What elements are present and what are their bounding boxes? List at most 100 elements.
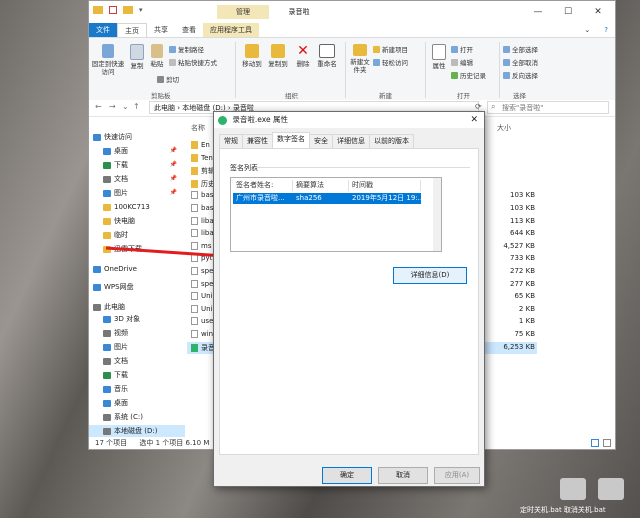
sidebar-item[interactable]: 图片 [89,341,185,353]
manage-tab-header[interactable]: 管理 [217,5,269,19]
close-button[interactable]: ✕ [583,1,613,23]
apply-button[interactable]: 应用(A) [434,467,480,484]
desktop-shortcut-cancel-shutdown[interactable] [598,478,624,500]
title-bar: ▾ 管理 录音啦 — ☐ ✕ [89,1,615,23]
copy-to-button[interactable]: 复制到 [265,44,291,68]
sidebar-item[interactable]: 迅雷下载 [89,243,185,255]
sidebar-item-label: 文档 [114,175,128,183]
history-button[interactable]: 历史记录 [451,70,486,80]
sidebar-item[interactable]: 快速访问 [89,131,185,143]
column-header-name[interactable]: 名称 [191,123,205,133]
sidebar-item[interactable]: 临时 [89,229,185,241]
new-folder-button[interactable]: 新建文件夹 [349,44,371,74]
tab-file[interactable]: 文件 [89,23,117,37]
forward-arrow-icon[interactable]: → [109,102,116,111]
details-view-icon[interactable] [591,439,599,447]
maximize-button[interactable]: ☐ [553,1,583,23]
tab-share[interactable]: 共享 [147,23,175,37]
sidebar-item[interactable]: 100KC713 [89,201,185,213]
new-folder-icon[interactable] [123,6,133,14]
sidebar-item[interactable]: OneDrive [89,263,185,275]
tab-security[interactable]: 安全 [309,134,333,148]
help-icon[interactable]: ? [597,23,615,37]
pin-icon[interactable]: 📌 [170,159,177,171]
easy-access-button[interactable]: 轻松访问 [373,57,408,67]
column-header-digest[interactable]: 摘要算法 [293,180,349,191]
sidebar-item-label: 快速访问 [104,133,132,141]
move-to-button[interactable]: 移动到 [239,44,265,68]
delete-button[interactable]: ✕ 删除 [293,44,313,68]
sidebar-item[interactable]: 桌面 📌 [89,145,185,157]
open-button[interactable]: 打开 [451,44,473,54]
large-icons-view-icon[interactable] [603,439,611,447]
sidebar-item[interactable]: 图片 📌 [89,187,185,199]
list-scrollbar[interactable] [433,178,441,251]
invert-selection-button[interactable]: 反向选择 [503,70,538,80]
dialog-close-button[interactable]: ✕ [470,112,478,128]
file-name-label: spe [201,279,214,288]
edit-button[interactable]: 编辑 [451,57,473,67]
pin-icon[interactable]: 📌 [170,187,177,199]
ok-button[interactable]: 确定 [322,467,372,484]
ribbon-expand-icon[interactable]: ⌄ [577,23,597,37]
rename-button[interactable]: 重命名 [315,44,339,68]
up-arrow-icon[interactable]: ↑ [133,102,140,111]
sidebar-item[interactable]: 下载 📌 [89,159,185,171]
desktop-shortcut-shutdown[interactable] [560,478,586,500]
search-input[interactable]: 搜索"录音啦" [487,101,609,114]
paste-shortcut-button[interactable]: 粘贴快捷方式 [169,57,217,67]
sidebar-item[interactable]: 3D 对象 [89,313,185,325]
tab-view[interactable]: 查看 [175,23,203,37]
scissors-icon [157,75,164,83]
file-name-label: spe [201,267,214,275]
tab-application-tools[interactable]: 应用程序工具 [203,23,259,37]
sidebar-item[interactable]: 视频 [89,327,185,339]
sidebar-item[interactable]: 音乐 [89,383,185,395]
sidebar-item[interactable]: 文档 [89,355,185,367]
sidebar-item[interactable]: 此电脑 [89,301,185,313]
paste-button[interactable]: 粘贴 [147,44,167,68]
column-header-size[interactable]: 大小 [497,123,511,133]
chevron-down-icon[interactable]: ⌄ [122,102,129,111]
sidebar-item[interactable]: 桌面 [89,397,185,409]
cut-button[interactable]: 剪切 [157,74,179,84]
tab-previous-versions[interactable]: 以前的版本 [369,134,414,148]
dropdown-icon[interactable]: ▾ [139,6,143,14]
tab-details[interactable]: 详细信息 [332,134,370,148]
sidebar-item-label: 桌面 [114,399,128,407]
tab-compatibility[interactable]: 兼容性 [242,134,273,148]
signature-list[interactable]: 签名者姓名: 摘要算法 时间戳 广州市录音啦... sha256 2019年5月… [230,177,442,252]
tab-general[interactable]: 常规 [219,134,243,148]
properties-button[interactable]: 属性 [429,44,449,70]
copy-path-button[interactable]: 复制路径 [169,44,204,54]
sidebar-item-label: 视频 [114,329,128,337]
column-header-timestamp[interactable]: 时间戳 [349,180,421,191]
details-button[interactable]: 详细信息(D) [393,267,467,284]
refresh-icon[interactable]: ⟳ [475,102,482,111]
minimize-button[interactable]: — [523,1,553,23]
sidebar-item[interactable]: 快电脑 [89,215,185,227]
column-header-signer[interactable]: 签名者姓名: [233,180,293,191]
sidebar-item[interactable]: 下载 [89,369,185,381]
pin-icon[interactable]: 📌 [170,145,177,157]
copy-button[interactable]: 复制 [127,44,147,70]
file-name: spe [191,279,214,288]
delete-icon: ✕ [297,43,309,59]
select-all-button[interactable]: 全部选择 [503,44,538,54]
cancel-button[interactable]: 取消 [378,467,428,484]
tab-home[interactable]: 主页 [117,23,147,37]
file-name-label: bas [201,191,214,200]
sidebar-item[interactable]: 本地磁盘 (D:) [89,425,185,437]
select-none-button[interactable]: 全部取消 [503,57,538,67]
checkbox-icon[interactable] [109,6,117,14]
ribbon-separator [345,42,346,98]
folder-icon [191,153,198,162]
tab-digital-signatures[interactable]: 数字签名 [272,132,310,148]
sidebar-item[interactable]: 文档 📌 [89,173,185,185]
back-arrow-icon[interactable]: ← [95,102,102,111]
sidebar-item[interactable]: 系统 (C:) [89,411,185,423]
sidebar-item[interactable]: WPS网盘 [89,281,185,293]
pin-icon[interactable]: 📌 [170,173,177,185]
pin-quick-access-button[interactable]: 固定到快速访问 [91,44,125,76]
new-item-button[interactable]: 新建项目 [373,44,408,54]
